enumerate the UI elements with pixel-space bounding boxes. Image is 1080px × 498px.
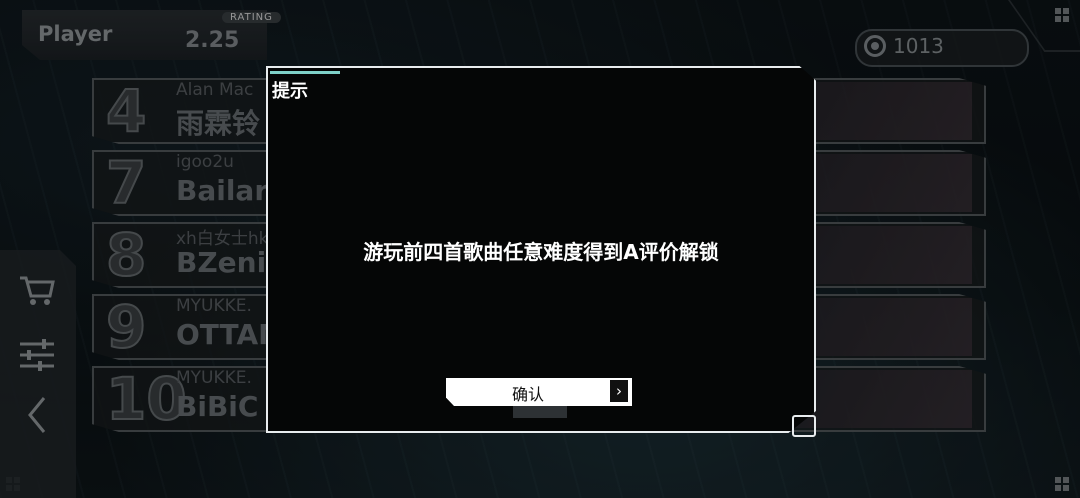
dialog-accent-bar	[270, 71, 340, 74]
confirm-label: 确认	[511, 385, 544, 404]
button-shadow	[513, 406, 567, 418]
dialog-title: 提示	[272, 81, 308, 102]
chevron-right-icon: ›	[610, 380, 628, 402]
dialog-message: 游玩前四首歌曲任意难度得到A评价解锁	[363, 240, 719, 264]
confirm-button[interactable]: 确认 ›	[446, 378, 632, 406]
dialog-corner-decoration	[792, 415, 816, 437]
